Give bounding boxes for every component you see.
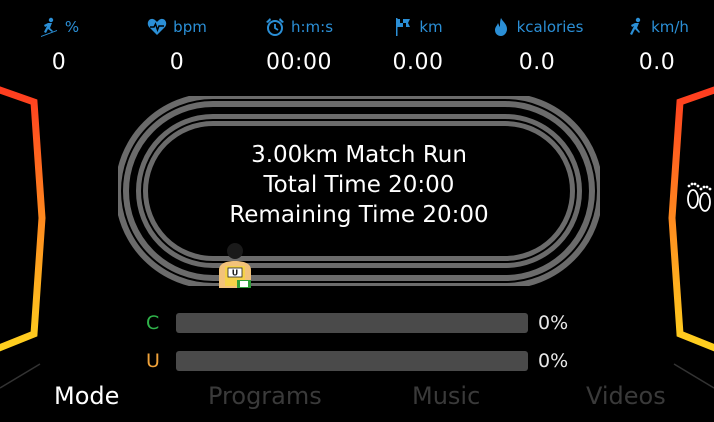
stat-unit: % — [64, 18, 80, 36]
footprints-icon[interactable] — [684, 175, 714, 217]
stat-unit: km — [419, 18, 443, 36]
progress-row-c: C 0% — [146, 310, 586, 336]
stat-value: 0 — [51, 50, 67, 75]
flame-icon — [494, 18, 507, 36]
right-gauge — [668, 86, 714, 352]
progress-label-c: C — [146, 312, 160, 334]
progress-bar-c — [176, 313, 528, 333]
checkered-flag-icon — [396, 18, 411, 36]
program-title: 3.00km Match Run — [251, 142, 467, 168]
incline-runner-icon — [40, 17, 57, 37]
stat-unit: km/h — [651, 18, 689, 36]
progress-percent-c: 0% — [538, 312, 569, 334]
stat-speed: km/h 0.0 — [598, 14, 714, 75]
stat-distance: km 0.00 — [359, 14, 477, 75]
runner-speed-icon — [630, 17, 641, 35]
stat-value: 0.0 — [518, 50, 556, 75]
stat-heart-rate: bpm 0 — [118, 14, 236, 75]
tab-mode[interactable]: Mode — [54, 382, 119, 410]
stat-unit: h:m:s — [290, 18, 334, 36]
total-time: Total Time 20:00 — [263, 172, 455, 198]
stats-bar: % 0 bpm 0 h:m:s 00:00 km 0.00 kcalories … — [0, 0, 714, 90]
bottom-tabs: Mode Programs Music Videos — [0, 382, 714, 422]
heart-rate-icon — [147, 18, 167, 35]
stat-calories: kcalories 0.0 — [478, 14, 596, 75]
stat-value: 0 — [169, 50, 185, 75]
left-gauge — [0, 86, 46, 352]
stat-unit: bpm — [173, 18, 207, 36]
svg-text:U: U — [232, 269, 239, 278]
tab-music[interactable]: Music — [412, 382, 480, 410]
stat-time: h:m:s 00:00 — [240, 14, 358, 75]
tab-videos[interactable]: Videos — [586, 382, 666, 410]
program-info: 3.00km Match Run Total Time 20:00 Remain… — [118, 140, 600, 230]
runner-avatar-icon: U — [219, 243, 251, 288]
alarm-clock-icon — [265, 18, 284, 36]
stat-value: 00:00 — [266, 50, 332, 75]
remaining-time: Remaining Time 20:00 — [229, 202, 489, 228]
stat-value: 0.0 — [638, 50, 676, 75]
tab-programs[interactable]: Programs — [208, 382, 322, 410]
stat-incline: % 0 — [0, 14, 118, 75]
stat-unit: kcalories — [516, 18, 584, 36]
stat-value: 0.00 — [392, 50, 444, 75]
